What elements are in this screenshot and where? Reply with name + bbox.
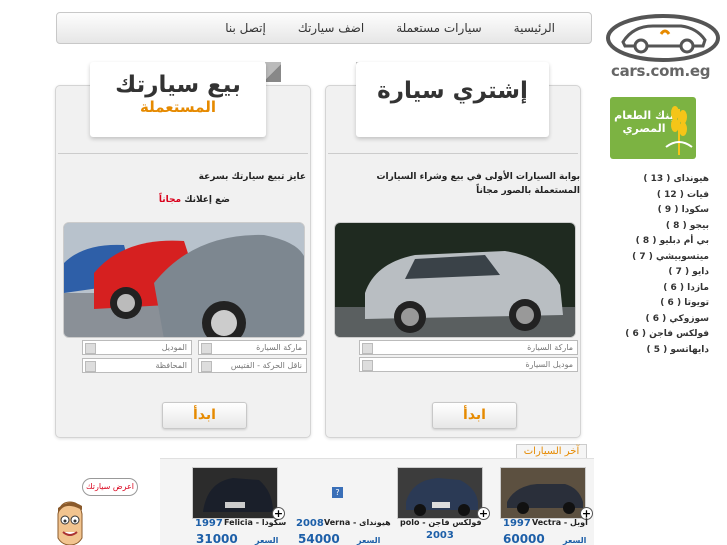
show-your-car-bubble[interactable]: اعرض سيارتك [82,478,138,496]
logo-text: cars.com.eg [611,62,711,80]
latest-car-year: 1997 [503,518,531,529]
latest-car-price: 54000 [298,532,340,545]
car-thumb-image [398,468,482,518]
latest-car-price: 31000 [196,532,238,545]
mascot [54,500,86,545]
brand-item[interactable]: فيات ( 12 ) [594,188,709,204]
buy-description: بوابة السيارات الأولى في بيع وشراء السيا… [376,172,580,196]
car-thumb-image [501,468,585,518]
brand-item[interactable]: بيجو ( 8 ) [594,219,709,235]
buy-start-button[interactable]: ابدأ [432,402,517,429]
wheat-icon [665,106,693,155]
sell-title: بيع سيارتك [115,72,241,98]
page: الرئيسية سيارات مستعملة اضف سيارتك إتصل … [0,0,727,545]
latest-cars-title: آخر السيارات [516,444,587,459]
sell-model-select[interactable]: الموديل [82,340,192,355]
nav-add-car[interactable]: اضف سيارتك [282,21,380,35]
silver-car-image [335,223,575,337]
price-label: السعر [357,536,381,545]
sell-line2: ضع إعلانك مجاناً [150,193,230,207]
car-logo-icon [606,14,720,62]
price-label: السعر [255,536,279,545]
sell-line1: عايز تبيع سيارتك بسرعة [198,172,306,182]
brand-item[interactable]: تويوتا ( 6 ) [594,296,709,312]
latest-car-year: 2008 [296,518,324,529]
buy-car-photo [334,222,576,338]
brand-item[interactable]: سكودا ( 9 ) [594,203,709,219]
nav-home[interactable]: الرئيسية [498,21,569,35]
latest-car-name[interactable]: Felicia - سكودا [224,518,286,527]
brand-item[interactable]: بي أم دبليو ( 8 ) [594,234,709,250]
sell-line2-prefix: ضع إعلانك [181,195,230,205]
latest-car-name[interactable]: Verna - هيونداى [324,518,391,527]
brand-item[interactable]: ميتسوبيشي ( 7 ) [594,250,709,266]
nav-contact[interactable]: إتصل بنا [209,21,282,35]
buy-title: إشتري سيارة [377,78,528,104]
sell-governorate-select[interactable]: المحافظة [82,358,192,373]
brand-item[interactable]: هيونداى ( 13 ) [594,172,709,188]
missing-image-icon[interactable]: ? [332,487,343,498]
sell-subtitle: المستعملة [140,98,216,116]
price-label: السعر [563,536,587,545]
tab-fold [265,62,281,82]
sell-brand-select[interactable]: ماركة السيارة [198,340,307,355]
cars-row-image [64,223,304,337]
sell-car-photo [63,222,305,338]
mascot-face-icon [57,501,83,545]
sell-tab: بيع سيارتك المستعملة [90,62,266,137]
brand-item[interactable]: دايهاتسو ( 5 ) [594,343,709,359]
brand-list: هيونداى ( 13 ) فيات ( 12 ) سكودا ( 9 ) ب… [594,172,709,358]
divider [328,153,578,154]
top-nav: الرئيسية سيارات مستعملة اضف سيارتك إتصل … [56,12,592,44]
latest-car-thumb[interactable] [397,467,483,519]
latest-car-name[interactable]: polo - فولكس فاجن [400,518,482,527]
sell-gear-select[interactable]: ناقل الحركة - الفتيس [198,358,307,373]
latest-car-thumb[interactable] [500,467,586,519]
nav-used-cars[interactable]: سيارات مستعملة [380,21,497,35]
buy-model-select[interactable]: موديل السيارة [359,357,578,372]
latest-car-thumb[interactable] [192,467,278,519]
brand-item[interactable]: دايو ( 7 ) [594,265,709,281]
latest-car-name[interactable]: Vectra - أوبل [532,518,588,527]
food-bank-badge[interactable]: بنك الطعام المصري [610,97,696,159]
latest-car-price: 60000 [503,532,545,545]
latest-car-year: 2003 [426,530,454,541]
buy-tab: إشتري سيارة [356,62,549,137]
brand-item[interactable]: فولكس فاجن ( 6 ) [594,327,709,343]
divider [58,153,308,154]
brand-item[interactable]: سوزوكي ( 6 ) [594,312,709,328]
sell-start-button[interactable]: ابدأ [162,402,247,429]
latest-car-year: 1997 [195,518,223,529]
car-thumb-image [193,468,277,518]
buy-brand-select[interactable]: ماركة السيارة [359,340,578,355]
brand-item[interactable]: مازدا ( 6 ) [594,281,709,297]
site-logo[interactable]: cars.com.eg [605,12,721,82]
free-label: مجاناً [158,195,182,205]
